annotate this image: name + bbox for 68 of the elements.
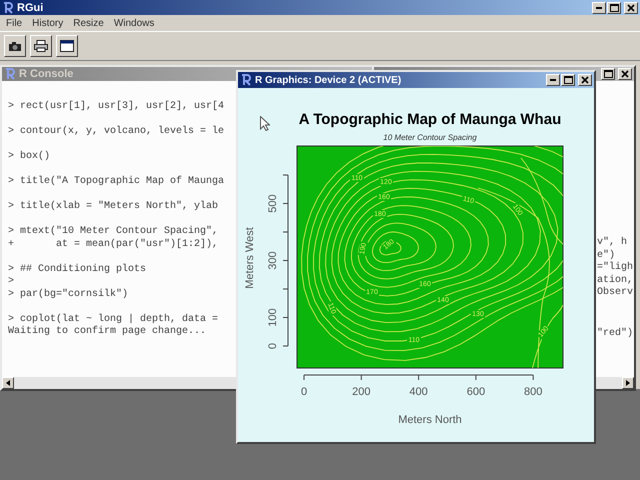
window-icon: [60, 40, 74, 52]
close-icon: [621, 70, 629, 78]
x-tick-label: 0: [300, 386, 308, 398]
console-line: e"): [597, 250, 616, 262]
maximize-icon: [564, 76, 572, 84]
console-line: > title(xlab = "Meters North", ylab: [8, 201, 218, 214]
console-line: >: [8, 276, 14, 288]
maximize-button[interactable]: [561, 74, 575, 86]
menu-item[interactable]: Resize: [69, 18, 108, 28]
console-line: > ## Conditioning plots: [8, 264, 146, 276]
console-line: > rect(usr[1], usr[3], usr[2], usr[4: [8, 101, 224, 114]
minimize-icon: [596, 6, 602, 8]
x-tick-label: 800: [524, 386, 542, 398]
menu-item[interactable]: Windows: [110, 18, 158, 28]
close-icon: [627, 4, 635, 12]
x-axis-label: Meters North: [398, 414, 462, 426]
toolbar-button[interactable]: [30, 35, 52, 57]
close-button[interactable]: [578, 74, 592, 86]
minimize-button[interactable]: [592, 2, 606, 14]
window-title: RGui: [17, 2, 44, 14]
plot-title: A Topographic Map of Maunga Whau: [298, 111, 562, 128]
maximize-button[interactable]: [601, 68, 615, 80]
console-line: > box(): [8, 151, 50, 164]
x-tick-label: 600: [466, 386, 486, 398]
right-arrow-icon: [626, 380, 630, 386]
console-line: > coplot(lat ~ long | depth, data =: [8, 314, 218, 326]
y-tick-label: 100: [267, 308, 279, 327]
r-logo-icon: [240, 74, 252, 86]
console-line: + at = mean(par("usr")[1:2]),: [8, 238, 218, 251]
y-tick-label: 500: [267, 194, 279, 213]
close-button[interactable]: [624, 2, 638, 14]
console-line: ="ligh: [597, 262, 634, 274]
console-line: > mtext("10 Meter Contour Spacing",: [8, 226, 218, 238]
scroll-left-button[interactable]: [2, 377, 14, 389]
console-line: > par(bg="cornsilk"): [8, 288, 128, 301]
y-tick-label: 300: [267, 251, 279, 270]
close-button[interactable]: [618, 68, 632, 80]
maximize-button[interactable]: [607, 2, 621, 14]
left-arrow-icon: [6, 380, 10, 386]
console-line: Waiting to confirm page change...: [8, 326, 206, 338]
r-logo-icon: [2, 2, 14, 14]
console-line: "red"): [597, 328, 634, 340]
maximize-icon: [604, 70, 612, 78]
mouse-cursor-icon: [260, 116, 270, 131]
printer-icon: [34, 40, 48, 52]
close-icon: [581, 76, 589, 84]
window-title: R Graphics: Device 2 (ACTIVE): [255, 74, 402, 86]
minimize-button[interactable]: [546, 74, 560, 86]
toolbar-button[interactable]: [56, 35, 78, 57]
maximize-icon: [610, 4, 618, 12]
console-line: Observ: [597, 287, 634, 300]
console-line: ation,: [597, 274, 634, 286]
r-logo-icon: [4, 68, 16, 80]
console-line: > title("A Topographic Map of Maunga: [8, 176, 224, 188]
scroll-right-button[interactable]: [622, 377, 634, 389]
window-title: R Console: [19, 68, 74, 80]
console-line: v", h: [597, 237, 628, 250]
minimize-icon: [550, 79, 556, 81]
x-tick-label: 400: [409, 386, 428, 398]
x-tick-label: 200: [352, 386, 370, 398]
camera-icon: [8, 40, 22, 52]
y-tick-label: 0: [267, 342, 279, 350]
y-axis-label: Meters West: [244, 227, 256, 289]
toolbar-button[interactable]: [4, 35, 26, 57]
menu-item[interactable]: History: [28, 18, 68, 28]
menu-item[interactable]: File: [2, 18, 26, 28]
console-line: > contour(x, y, volcano, levels = le: [8, 126, 224, 138]
plot-subtitle: 10 Meter Contour Spacing: [383, 133, 477, 142]
